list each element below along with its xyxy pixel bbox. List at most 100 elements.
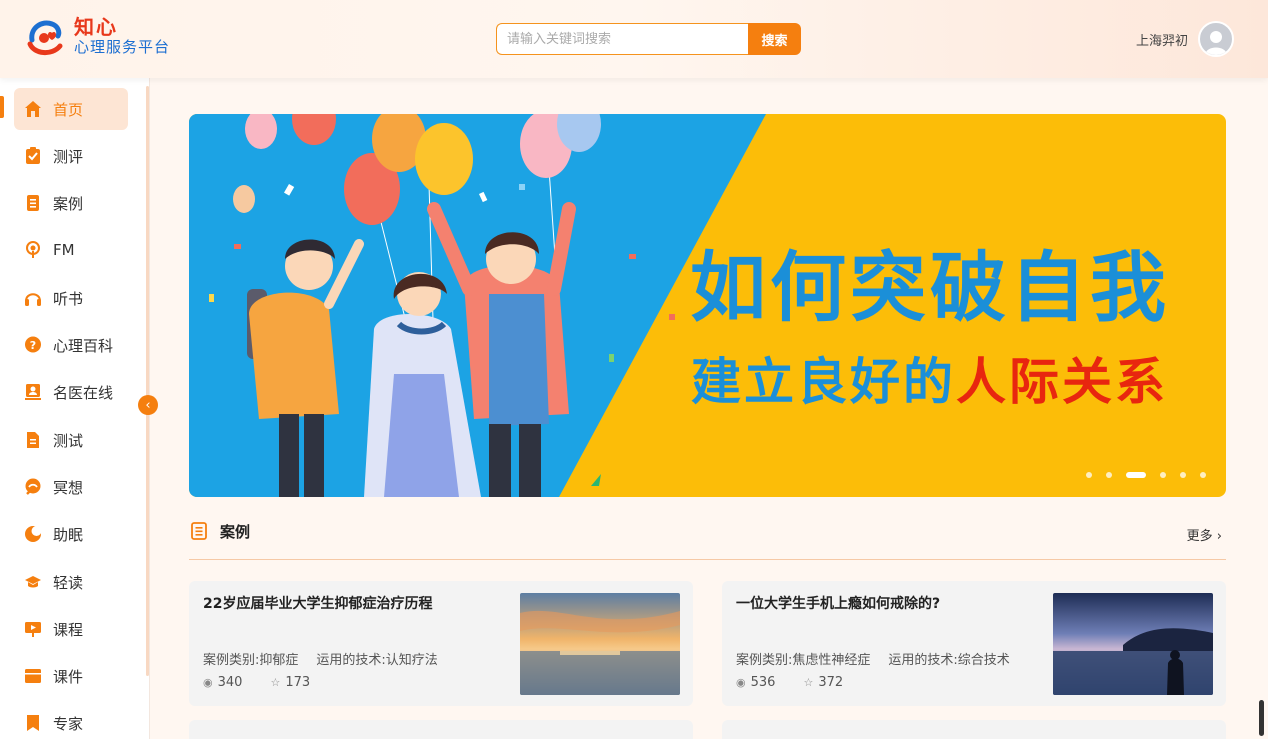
courseware-icon [24,667,42,685]
case-title[interactable]: 一位大学生手机上瘾如何戒除的? [736,593,940,613]
view-count-value: 536 [750,675,776,690]
sidebar-item-fm[interactable]: FM [14,229,128,271]
sidebar-item-label: 测试 [53,431,84,450]
sidebar-item-label: 助眠 [53,525,84,544]
carousel-dot[interactable] [1160,472,1166,478]
eye-icon: ◉ [736,676,746,689]
chevron-left-icon: ‹ [145,397,151,413]
meditation-icon [24,478,42,496]
test-document-icon [24,431,42,449]
sidebar-item-sleep[interactable]: 助眠 [14,513,128,555]
question-bubble-icon: ? [24,336,42,354]
sidebar-item-label: 名医在线 [53,383,114,402]
case-technique: 运用的技术:综合技术 [888,653,1010,668]
favorite-count-value: 173 [285,675,311,690]
star-icon[interactable]: ☆ [803,676,813,689]
case-meta: 案例类别:抑郁症 运用的技术:认知疗法 [203,649,438,668]
search-input[interactable] [496,23,748,55]
sidebar-item-doctors[interactable]: 名医在线 [14,371,128,413]
home-icon [24,100,42,118]
logo-mark-icon [24,14,68,58]
sidebar-item-cases[interactable]: 案例 [14,182,128,224]
sidebar-item-label: 案例 [53,194,84,213]
case-meta: 案例类别:焦虑性神经症 运用的技术:综合技术 [736,649,1010,668]
sidebar-item-meditation[interactable]: 冥想 [14,466,128,508]
view-count: ◉ 340 [203,675,242,690]
view-count-value: 340 [217,675,243,690]
section-title: 案例 [220,523,251,541]
case-stats: ◉ 340 ☆ 173 [203,675,338,690]
sidebar-item-label: 课件 [53,667,84,686]
user-name: 上海羿初 [1135,33,1188,49]
case-category: 案例类别:抑郁症 [203,653,299,668]
eye-icon: ◉ [203,676,213,689]
sidebar-item-light-read[interactable]: 轻读 [14,561,128,603]
sidebar-item-label: FM [53,241,75,259]
sidebar-collapse-button[interactable]: ‹ [138,395,158,415]
more-link[interactable]: 更多 › [1187,525,1222,544]
sidebar-item-assessment[interactable]: 测评 [14,135,128,177]
document-list-icon [191,522,207,540]
sidebar-item-audiobook[interactable]: 听书 [14,277,128,319]
graduation-cap-icon [24,573,42,591]
case-technique: 运用的技术:认知疗法 [316,653,438,668]
case-thumbnail[interactable] [520,593,680,695]
sidebar-item-label: 首页 [53,100,84,119]
search-button[interactable]: 搜索 [748,23,801,55]
carousel-dots [1072,472,1206,478]
banner-subheadline-prefix: 建立良好的 [691,353,956,411]
bookmark-icon [24,714,42,732]
logo-title: 知心 [74,15,118,39]
carousel-dot[interactable] [1106,472,1112,478]
active-indicator [0,96,4,118]
carousel-dot[interactable] [1180,472,1186,478]
favorite-count-value: 372 [818,675,844,690]
sidebar-item-label: 听书 [53,289,84,308]
banner-headline: 如何突破自我 [690,243,1170,332]
sidebar-item-label: 专家 [53,714,84,733]
case-stats: ◉ 536 ☆ 372 [736,675,871,690]
carousel-dot-active[interactable] [1126,472,1146,478]
sidebar-scrollbar[interactable] [146,86,149,676]
search-bar: 搜索 [496,23,801,55]
sidebar-item-courseware[interactable]: 课件 [14,655,128,697]
sidebar-item-courses[interactable]: 课程 [14,608,128,650]
moon-icon [24,525,42,543]
avatar[interactable] [1198,21,1234,57]
sidebar: 首页 测评 案例 FM 听书 ? 心理百科 名医在线 测试 冥想 助眠 轻读 课… [0,78,150,739]
banner-subheadline-highlight: 人际关系 [956,353,1168,411]
case-card[interactable]: 一位大学生手机上瘾如何戒除的? 案例类别:焦虑性神经症 运用的技术:综合技术 ◉ 5… [722,581,1226,706]
clipboard-check-icon [24,147,42,165]
sidebar-item-label: 心理百科 [53,336,114,355]
carousel-dot[interactable] [1200,472,1206,478]
page-scrollbar-thumb[interactable] [1259,700,1264,736]
sidebar-item-experts[interactable]: 专家 [14,702,128,739]
sidebar-item-encyclopedia[interactable]: ? 心理百科 [14,324,128,366]
banner-subheadline: 建立良好的人际关系 [691,342,1168,414]
doctor-icon [24,383,42,401]
headphones-icon [24,289,42,307]
top-header: 知心 心理服务平台 搜索 上海羿初 [0,0,1268,78]
presentation-icon [24,620,42,638]
view-count: ◉ 536 [736,675,775,690]
hero-banner[interactable]: 如何突破自我 建立良好的人际关系 [189,114,1226,497]
document-list-icon [24,194,42,212]
sidebar-item-label: 课程 [53,620,84,639]
sidebar-item-label: 测评 [53,147,84,166]
case-card[interactable]: 22岁应届毕业大学生抑郁症治疗历程 案例类别:抑郁症 运用的技术:认知疗法 ◉ 34… [189,581,693,706]
podcast-icon [24,241,42,259]
case-thumbnail[interactable] [1053,593,1213,695]
logo[interactable]: 知心 心理服务平台 [24,14,170,58]
star-icon[interactable]: ☆ [270,676,280,689]
case-card-partial[interactable] [189,720,693,739]
sidebar-item-label: 冥想 [53,478,84,497]
favorite-count: ☆ 173 [270,675,310,690]
carousel-dot[interactable] [1086,472,1092,478]
case-card-partial[interactable] [722,720,1226,739]
sidebar-item-label: 轻读 [53,573,84,592]
sidebar-item-test[interactable]: 测试 [14,419,128,461]
cases-section-header: 案例 更多 › [189,516,1226,560]
sidebar-item-home[interactable]: 首页 [14,88,128,130]
case-title[interactable]: 22岁应届毕业大学生抑郁症治疗历程 [203,593,432,613]
user-menu[interactable]: 上海羿初 [1136,21,1234,57]
